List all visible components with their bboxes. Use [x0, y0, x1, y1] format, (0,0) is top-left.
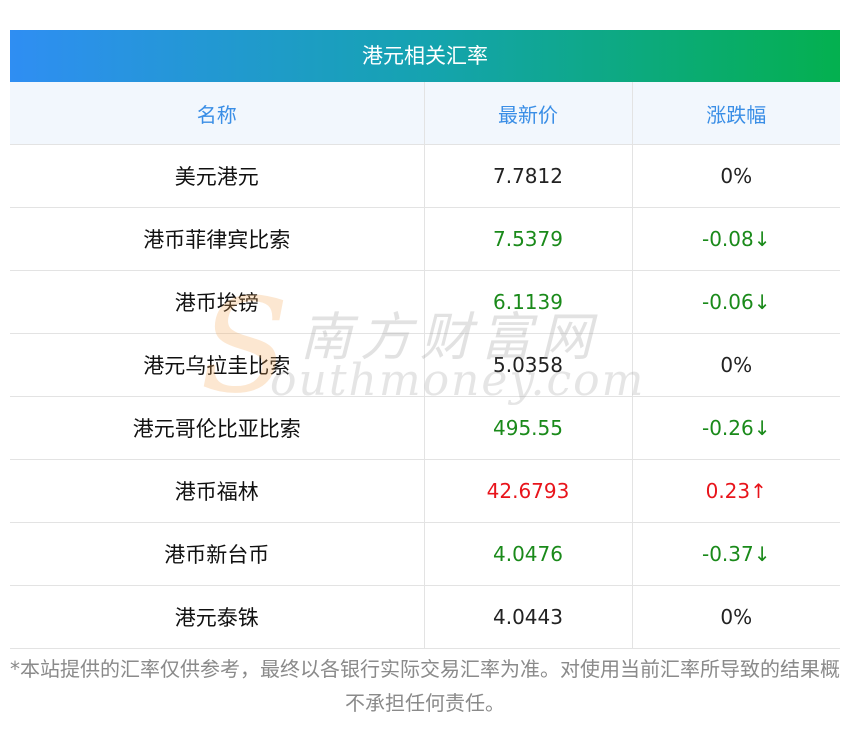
latest-price: 5.0358 — [424, 333, 633, 397]
change-percent: -0.08↓ — [632, 207, 840, 271]
table-row[interactable]: 港元泰铢 4.0443 0% — [10, 585, 840, 649]
latest-price: 495.55 — [424, 396, 633, 460]
table-row[interactable]: 港币福林 42.6793 0.23↑ — [10, 459, 840, 523]
table-row[interactable]: 港币埃镑 6.1139 -0.06↓ — [10, 270, 840, 334]
currency-pair-name: 港币埃镑 — [10, 270, 425, 334]
table-row[interactable]: 美元港元 7.7812 0% — [10, 144, 840, 208]
latest-price: 6.1139 — [424, 270, 633, 334]
change-percent: 0.23↑ — [632, 459, 840, 523]
currency-pair-name: 港币福林 — [10, 459, 425, 523]
table-row[interactable]: 港元乌拉圭比索 5.0358 0% — [10, 333, 840, 397]
currency-pair-name: 港元哥伦比亚比索 — [10, 396, 425, 460]
rate-table: 名称 最新价 涨跌幅 美元港元 7.7812 0% 港币菲律宾比索 7.5379 -0.0… — [10, 82, 840, 649]
change-percent: -0.37↓ — [632, 522, 840, 586]
column-header-change: 涨跌幅 — [632, 82, 840, 145]
latest-price: 7.5379 — [424, 207, 633, 271]
column-header-price: 最新价 — [424, 82, 633, 145]
panel-title: 港元相关汇率 — [10, 30, 840, 82]
table-header-row: 名称 最新价 涨跌幅 — [10, 82, 840, 145]
change-percent: -0.26↓ — [632, 396, 840, 460]
latest-price: 4.0443 — [424, 585, 633, 649]
currency-pair-name: 美元港元 — [10, 144, 425, 208]
currency-pair-name: 港币菲律宾比索 — [10, 207, 425, 271]
latest-price: 4.0476 — [424, 522, 633, 586]
column-header-name: 名称 — [10, 82, 425, 145]
disclaimer-text: *本站提供的汇率仅供参考，最终以各银行实际交易汇率为准。对使用当前汇率所导致的结… — [10, 657, 840, 715]
latest-price: 42.6793 — [424, 459, 633, 523]
table-row[interactable]: 港元哥伦比亚比索 495.55 -0.26↓ — [10, 396, 840, 460]
table-row[interactable]: 港币菲律宾比索 7.5379 -0.08↓ — [10, 207, 840, 271]
currency-pair-name: 港币新台币 — [10, 522, 425, 586]
exchange-rate-panel: 港元相关汇率 名称 最新价 涨跌幅 美元港元 7.7812 0% 港币菲律宾比索 7.5… — [10, 30, 840, 649]
change-percent: -0.06↓ — [632, 270, 840, 334]
currency-pair-name: 港元泰铢 — [10, 585, 425, 649]
latest-price: 7.7812 — [424, 144, 633, 208]
change-percent: 0% — [632, 585, 840, 649]
table-row[interactable]: 港币新台币 4.0476 -0.37↓ — [10, 522, 840, 586]
change-percent: 0% — [632, 144, 840, 208]
currency-pair-name: 港元乌拉圭比索 — [10, 333, 425, 397]
change-percent: 0% — [632, 333, 840, 397]
